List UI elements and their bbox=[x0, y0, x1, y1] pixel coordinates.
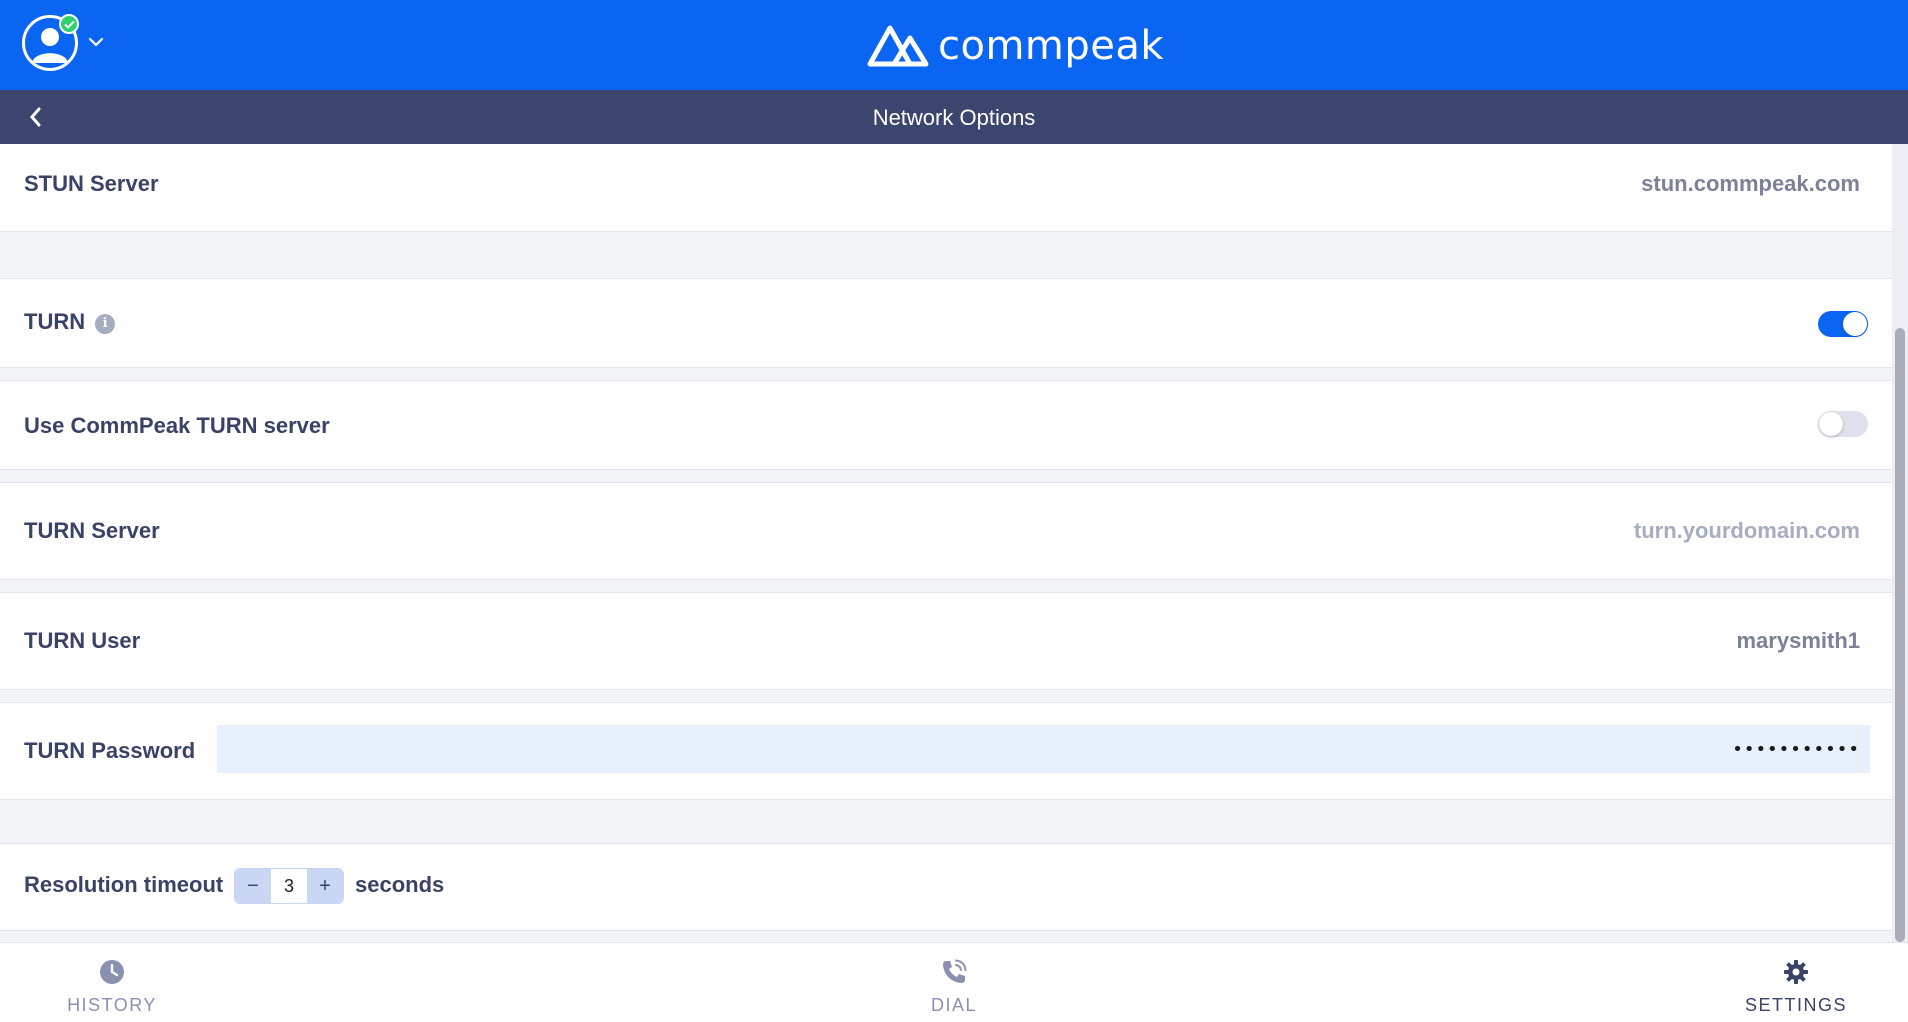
increment-button[interactable]: + bbox=[307, 869, 343, 903]
timeout-unit-label: seconds bbox=[355, 872, 445, 897]
nav-dial[interactable]: DIAL bbox=[874, 957, 1034, 1016]
resolution-timeout-row: Resolution timeout − 3 + seconds bbox=[0, 843, 1892, 931]
stun-server-value[interactable]: stun.commpeak.com bbox=[1641, 171, 1860, 197]
commpeak-logo-icon bbox=[867, 25, 929, 67]
timeout-value[interactable]: 3 bbox=[271, 869, 307, 903]
nav-settings[interactable]: SETTINGS bbox=[1716, 957, 1876, 1016]
user-menu[interactable] bbox=[22, 14, 80, 73]
bottom-nav: HISTORY DIAL SETTINGS bbox=[0, 942, 1908, 1022]
nav-history-label: HISTORY bbox=[67, 995, 157, 1015]
turn-server-label: TURN Server bbox=[24, 518, 160, 543]
turn-server-row[interactable]: TURN Server turn.yourdomain.com bbox=[0, 482, 1892, 580]
decrement-button[interactable]: − bbox=[235, 869, 271, 903]
stun-server-row[interactable]: STUN Server stun.commpeak.com bbox=[0, 144, 1892, 232]
turn-password-field[interactable] bbox=[217, 725, 1870, 773]
nav-dial-label: DIAL bbox=[930, 995, 978, 1015]
use-commpeak-turn-row: Use CommPeak TURN server bbox=[0, 380, 1892, 470]
turn-label-text: TURN bbox=[24, 309, 86, 334]
page-title: Network Options bbox=[872, 105, 1036, 130]
top-bar: commpeak bbox=[0, 0, 1908, 90]
timeout-stepper[interactable]: − 3 + bbox=[234, 868, 344, 904]
nav-history[interactable]: HISTORY bbox=[32, 957, 192, 1016]
use-commpeak-turn-label: Use CommPeak TURN server bbox=[24, 413, 330, 438]
scrollbar[interactable] bbox=[1892, 144, 1908, 942]
turn-user-label: TURN User bbox=[24, 628, 141, 653]
turn-label: TURN i bbox=[24, 309, 116, 335]
turn-user-row[interactable]: TURN User marysmith1 bbox=[0, 592, 1892, 690]
turn-password-label: TURN Password bbox=[24, 738, 196, 763]
scrollbar-thumb[interactable] bbox=[1895, 328, 1905, 942]
title-bar: Network Options bbox=[0, 90, 1908, 144]
brand-logo: commpeak bbox=[866, 18, 1164, 74]
toggle-knob bbox=[1819, 412, 1843, 436]
toggle-knob bbox=[1843, 312, 1867, 336]
info-icon[interactable]: i bbox=[95, 314, 116, 334]
phone-icon bbox=[943, 959, 967, 983]
stun-server-label: STUN Server bbox=[24, 171, 159, 196]
clock-icon bbox=[100, 960, 124, 984]
gear-icon bbox=[1784, 960, 1808, 984]
nav-settings-label: SETTINGS bbox=[1744, 995, 1847, 1015]
chevron-down-icon[interactable] bbox=[88, 36, 104, 48]
turn-row: TURN i bbox=[0, 278, 1892, 368]
turn-password-row: TURN Password bbox=[0, 702, 1892, 800]
turn-toggle[interactable] bbox=[1818, 311, 1868, 337]
use-commpeak-turn-toggle[interactable] bbox=[1818, 411, 1868, 437]
settings-list: STUN Server stun.commpeak.com TURN i Use … bbox=[0, 144, 1892, 942]
brand-name: commpeak bbox=[938, 23, 1165, 69]
turn-user-value[interactable]: marysmith1 bbox=[1736, 628, 1860, 654]
turn-server-input[interactable]: turn.yourdomain.com bbox=[1634, 518, 1860, 544]
status-online-icon bbox=[59, 14, 79, 34]
resolution-timeout-label: Resolution timeout bbox=[24, 872, 224, 897]
